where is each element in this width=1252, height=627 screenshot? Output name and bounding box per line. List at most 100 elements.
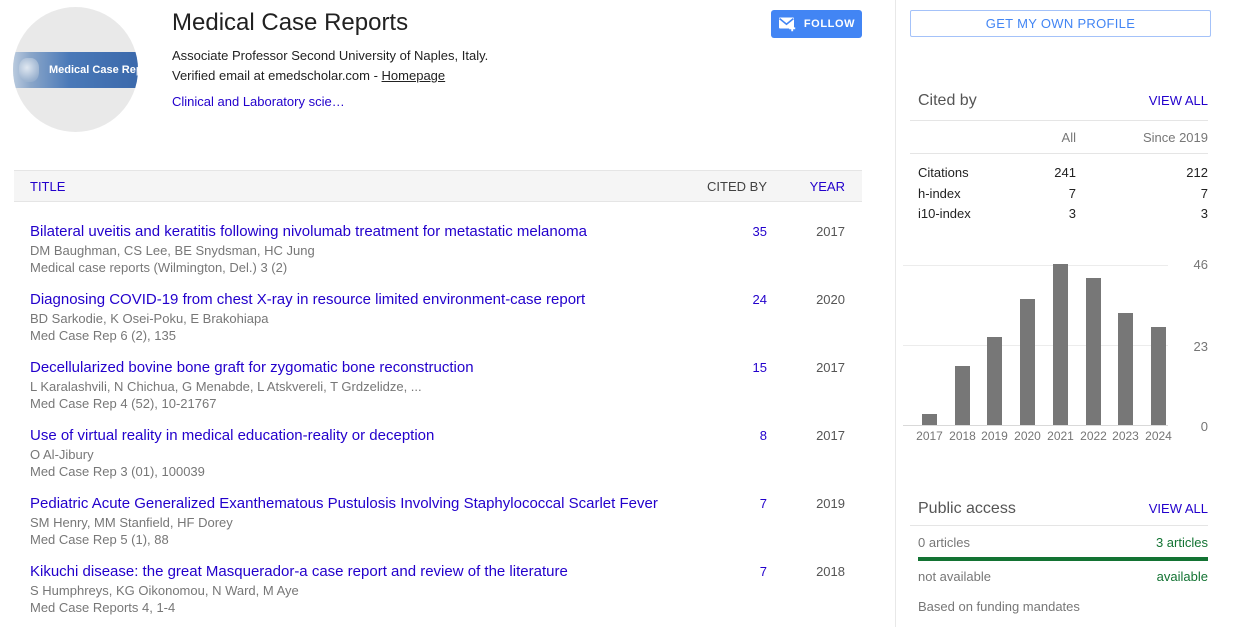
available-count-link[interactable]: 3 articles [1156,535,1208,550]
article-title-link[interactable]: Kikuchi disease: the great Masquerador-a… [30,562,568,582]
article-row: Diagnosing COVID-19 from chest X-ray in … [30,290,845,344]
bar-group [1053,264,1068,425]
sort-by-year-link[interactable]: YEAR [767,179,845,194]
stat-since-value[interactable]: 3 [1076,204,1208,225]
article-year: 2017 [767,358,845,378]
x-tick-label: 2022 [1076,429,1111,443]
cited-by-title[interactable]: Cited by [918,92,977,110]
citation-bar-2020[interactable] [1020,299,1035,425]
cited-by-count-link[interactable]: 7 [677,562,767,582]
bar-group [1020,264,1035,425]
follow-button[interactable]: FOLLOW [771,10,862,38]
article-main: Pediatric Acute Generalized Exanthematou… [30,494,677,548]
article-main: Decellularized bovine bone graft for zyg… [30,358,677,412]
bar-group [922,264,937,425]
citation-bar-2017[interactable] [922,414,937,425]
y-tick-label: 23 [1182,339,1208,354]
cited-by-rule [910,120,1208,121]
homepage-link[interactable]: Homepage [382,68,446,83]
bar-group [1118,264,1133,425]
cited-by-section: Cited by VIEW ALL All Since 2019 Citatio… [910,92,1208,225]
stat-since-value[interactable]: 212 [1076,163,1208,184]
x-tick-label: 2020 [1010,429,1045,443]
stat-since-value[interactable]: 7 [1076,184,1208,205]
article-row: Decellularized bovine bone graft for zyg… [30,358,845,412]
stat-all-value[interactable]: 7 [1006,184,1076,205]
article-venue: Med Case Rep 4 (52), 10-21767 [30,395,667,412]
profile-affiliation: Associate Professor Second University of… [172,46,488,66]
cited-by-view-all-link[interactable]: VIEW ALL [1149,93,1208,108]
sort-by-title-link[interactable]: TITLE [30,179,677,194]
article-row: Use of virtual reality in medical educat… [30,426,845,480]
avatar-banner: Medical Case Reports [13,52,138,88]
cited-by-rule-2 [910,153,1208,154]
citation-bar-2018[interactable] [955,366,970,425]
cited-by-count-link[interactable]: 35 [677,222,767,242]
article-title-link[interactable]: Use of virtual reality in medical educat… [30,426,434,446]
content-sidebar-divider [895,0,896,627]
cited-by-column-headers: All Since 2019 [910,130,1208,145]
stat-label: h-index [918,184,1006,205]
x-tick-label: 2019 [977,429,1012,443]
article-authors: L Karalashvili, N Chichua, G Menabde, L … [30,378,667,395]
verified-email-text: Verified email at emedscholar.com - [172,68,382,83]
citation-bar-2021[interactable] [1053,264,1068,425]
articles-table: TITLE CITED BY YEAR Bilateral uveitis an… [14,170,862,627]
article-authors: SM Henry, MM Stanfield, HF Dorey [30,514,667,531]
article-venue: Medical case reports (Wilmington, Del.) … [30,259,667,276]
citation-bar-2023[interactable] [1118,313,1133,425]
article-main: Bilateral uveitis and keratitis followin… [30,222,677,276]
y-tick-label: 0 [1182,419,1208,434]
profile-name: Medical Case Reports [172,8,488,38]
article-main: Kikuchi disease: the great Masquerador-a… [30,562,677,616]
stat-all-value[interactable]: 241 [1006,163,1076,184]
public-access-rule [910,525,1208,526]
x-tick-label: 2023 [1108,429,1143,443]
get-my-own-profile-button[interactable]: GET MY OWN PROFILE [910,10,1211,37]
article-authors: O Al-Jibury [30,446,667,463]
article-title-link[interactable]: Diagnosing COVID-19 from chest X-ray in … [30,290,585,310]
article-title-link[interactable]: Decellularized bovine bone graft for zyg… [30,358,474,378]
citation-stats: Citations241212h-index77i10-index33 [910,163,1208,225]
article-year: 2019 [767,494,845,514]
stat-all-value[interactable]: 3 [1006,204,1076,225]
article-authors: BD Sarkodie, K Osei-Poku, E Brakohiapa [30,310,667,327]
cited-by-count-link[interactable]: 24 [677,290,767,310]
cited-by-count-link[interactable]: 7 [677,494,767,514]
not-available-label: not available [918,569,991,584]
public-access-view-all-link[interactable]: VIEW ALL [1149,501,1208,516]
available-label: available [1157,569,1208,584]
col-all-label: All [1006,130,1076,145]
bar-group [987,264,1002,425]
public-access-section: Public access VIEW ALL 0 articles 3 arti… [910,498,1208,614]
article-title-link[interactable]: Bilateral uveitis and keratitis followin… [30,222,587,242]
article-year: 2017 [767,222,845,242]
profile-verified-email: Verified email at emedscholar.com - Home… [172,66,488,86]
profile-avatar[interactable]: Medical Case Reports [13,7,138,132]
article-list: Bilateral uveitis and keratitis followin… [14,202,862,616]
stat-label: i10-index [918,204,1006,225]
profile-info: Medical Case Reports Associate Professor… [172,8,488,112]
avatar-banner-text: Medical Case Reports [49,64,138,76]
article-row: Kikuchi disease: the great Masquerador-a… [30,562,845,616]
col-since-label: Since 2019 [1076,130,1208,145]
article-year: 2018 [767,562,845,582]
cited-by-count-link[interactable]: 15 [677,358,767,378]
x-tick-label: 2021 [1043,429,1078,443]
citation-bar-2022[interactable] [1086,278,1101,425]
article-title-link[interactable]: Pediatric Acute Generalized Exanthematou… [30,494,658,514]
avatar-banner-figure [19,58,39,82]
x-tick-label: 2017 [912,429,947,443]
citation-bar-2019[interactable] [987,337,1002,425]
article-main: Diagnosing COVID-19 from chest X-ray in … [30,290,677,344]
article-main: Use of virtual reality in medical educat… [30,426,677,480]
article-venue: Med Case Reports 4, 1-4 [30,599,667,616]
article-authors: S Humphreys, KG Oikonomou, N Ward, M Aye [30,582,667,599]
articles-header-row: TITLE CITED BY YEAR [14,170,862,202]
public-access-title[interactable]: Public access [918,500,1016,518]
cited-by-count-link[interactable]: 8 [677,426,767,446]
sort-by-cited-label[interactable]: CITED BY [677,179,767,194]
interest-link[interactable]: Clinical and Laboratory scie… [172,94,345,109]
citation-stat-row: Citations241212 [918,163,1208,184]
citation-bar-2024[interactable] [1151,327,1166,425]
